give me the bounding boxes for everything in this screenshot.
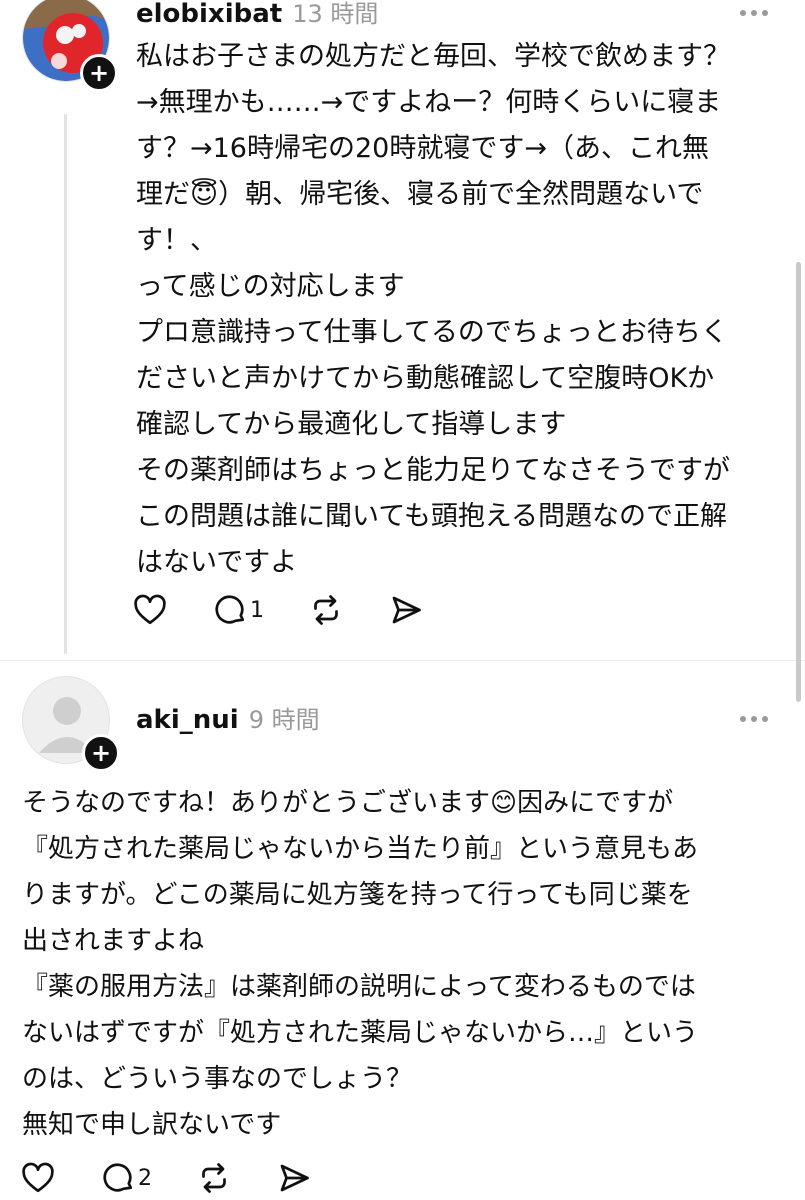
- reply-count: 1: [250, 597, 264, 623]
- more-horizontal-icon[interactable]: [740, 10, 768, 16]
- thread-line: [64, 114, 67, 654]
- timestamp: 9 時間: [248, 706, 320, 734]
- post-text-line: す！、: [136, 225, 217, 256]
- more-horizontal-icon[interactable]: [740, 716, 768, 722]
- post-text-line: プロ意識持って仕事してるのでちょっとお待ちく: [136, 317, 728, 348]
- post-text-line: 確認してから最適化して指導します: [136, 409, 567, 440]
- post-body: そうなのですね！ありがとうございます😊因みにですが 『処方された薬局じゃないから…: [22, 780, 698, 1148]
- like-button[interactable]: [132, 592, 168, 628]
- post-text-line: はないですよ: [136, 547, 298, 578]
- repost-button[interactable]: [196, 1160, 232, 1196]
- repost-icon: [314, 595, 338, 625]
- post-body: 私はお子さまの処方だと毎回、学校で飲めます？ →無理かも……→ですよねー？何時く…: [136, 34, 730, 586]
- share-button[interactable]: [388, 592, 424, 628]
- send-icon: [392, 596, 421, 624]
- post-header: elobixibat 13 時間: [136, 0, 378, 29]
- post-text-line: この問題は誰に聞いても頭抱える問題なので正解: [136, 501, 728, 532]
- send-icon: [280, 1164, 309, 1192]
- post-text-line: 私はお子さまの処方だと毎回、学校で飲めます？: [136, 41, 730, 72]
- reply-button[interactable]: 1: [212, 592, 264, 628]
- share-button[interactable]: [276, 1160, 312, 1196]
- post-text-line: そうなのですね！ありがとうございます😊因みにですが: [22, 788, 674, 818]
- post-actions: 2: [20, 1160, 356, 1196]
- post-text-line: って感じの対応します: [136, 271, 405, 302]
- follow-plus-icon[interactable]: +: [80, 54, 118, 92]
- like-button[interactable]: [20, 1160, 56, 1196]
- follow-plus-icon[interactable]: +: [82, 734, 120, 772]
- avatar-wrap: +: [22, 0, 118, 92]
- reply-count: 2: [138, 1165, 152, 1191]
- post-text-line: す？→16時帰宅の20時就寝です→（あ、これ無: [136, 133, 709, 164]
- repost-button[interactable]: [308, 592, 344, 628]
- post-text-line: のは、どういう事なのでしょう？: [22, 1064, 413, 1094]
- avatar-wrap: +: [22, 676, 120, 772]
- speech-bubble-icon: [103, 1163, 133, 1192]
- post-text-line: 出されますよね: [22, 926, 205, 956]
- post-text-line: 『薬の服用方法』は薬剤師の説明によって変わるものでは: [22, 972, 696, 1002]
- post-text-line: →無理かも……→ですよねー？何時くらいに寝ま: [136, 87, 722, 118]
- repost-icon: [202, 1163, 226, 1193]
- post-header: aki_nui 9 時間: [136, 700, 320, 735]
- post-text-line: ださいと声かけてから動態確認して空腹時OKか: [136, 363, 715, 394]
- reply-button[interactable]: 2: [100, 1160, 152, 1196]
- heart-icon: [22, 1162, 54, 1193]
- username[interactable]: aki_nui: [136, 705, 239, 735]
- post-actions: 1: [132, 592, 468, 628]
- timestamp: 13 時間: [292, 0, 379, 28]
- post-text-line: りますが。どこの薬局に処方箋を持って行っても同じ薬を: [22, 880, 693, 910]
- post-text-line: 無知で申し訳ないです: [22, 1110, 282, 1140]
- post-text-line: 『処方された薬局じゃないから当たり前』という意見もあ: [22, 834, 699, 864]
- post-text-line: ないはずですが『処方された薬局じゃないから…』という: [22, 1018, 699, 1048]
- speech-bubble-icon: [215, 595, 245, 624]
- scrollbar[interactable]: [796, 262, 801, 702]
- divider: [0, 660, 805, 661]
- post-text-line: その薬剤師はちょっと能力足りてなさそうですが: [136, 455, 730, 486]
- post-text-line: 理だ😇）朝、帰宅後、寝る前で全然問題ないで: [136, 179, 704, 210]
- username[interactable]: elobixibat: [136, 0, 282, 29]
- heart-icon: [134, 594, 166, 625]
